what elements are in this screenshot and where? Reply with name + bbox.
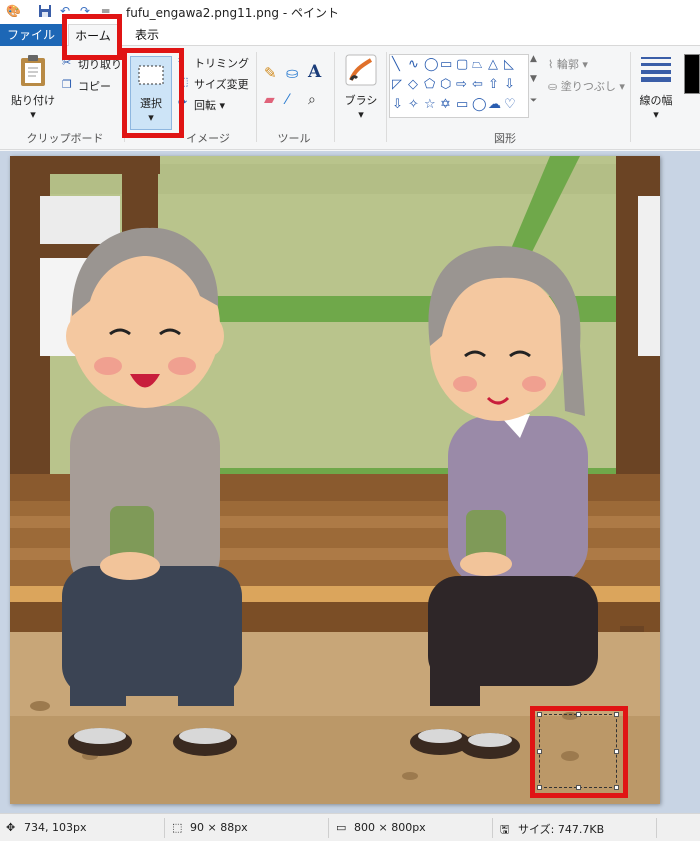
scroll-up-icon[interactable]: ▲ — [530, 54, 537, 64]
divider — [630, 52, 631, 142]
crop-button[interactable]: トリミング — [194, 55, 249, 71]
color-picker-icon[interactable]: ⁄ — [286, 92, 288, 108]
divider — [656, 818, 657, 838]
brush-label: ブラシ — [344, 94, 378, 107]
highlight-select-button — [122, 48, 184, 138]
window-title: fufu_engawa2.png11.png - ペイント — [126, 6, 339, 20]
paste-button[interactable]: 貼り付け ▾ — [10, 54, 56, 124]
cursor-position: 734, 103px — [24, 821, 87, 834]
highlight-selection-area — [530, 706, 628, 798]
divider — [328, 818, 329, 838]
magnifier-icon[interactable]: ⌕ — [308, 92, 316, 108]
highlight-home-tab — [62, 14, 122, 60]
arrow-left-shape-icon[interactable]: ⇦ — [472, 77, 483, 92]
gallery-expand-icon[interactable]: ⏷ — [530, 96, 537, 106]
chevron-down-icon: ▾ — [30, 108, 36, 121]
arrow-down-alt-shape-icon[interactable]: ⇩ — [392, 97, 403, 112]
chevron-down-icon: ▾ — [358, 108, 364, 121]
ribbon: 貼り付け ▾ ✂ 切り取り ❐ コピー クリップボード 選択 ▾ ⌗ トリミング… — [0, 46, 700, 150]
arrow-down-shape-icon[interactable]: ⇩ — [504, 77, 515, 92]
oval-shape-icon[interactable]: ◯ — [424, 57, 439, 72]
divider — [386, 52, 387, 142]
polygon-shape-icon[interactable]: ⏢ — [472, 57, 482, 72]
copy-icon: ❐ — [62, 78, 72, 91]
callout-cloud-shape-icon[interactable]: ☁ — [488, 97, 501, 112]
divider — [334, 52, 335, 142]
rotate-button[interactable]: 回転 ▾ — [194, 97, 225, 113]
fill-icon[interactable]: ⛀ — [286, 64, 299, 82]
image-size-icon: ▭ — [336, 821, 347, 834]
divider — [492, 818, 493, 838]
shapes-group-label: 図形 — [494, 132, 516, 145]
fill-shape-button[interactable]: ⛀ 塗りつぶし ▾ — [548, 78, 625, 94]
brush-icon — [345, 54, 377, 86]
clipboard-group-label: クリップボード — [26, 132, 104, 145]
tools-group-label: ツール — [277, 132, 311, 145]
pencil-icon[interactable]: ✎ — [264, 64, 277, 82]
cursor-position-icon: ✥ — [6, 821, 16, 834]
triangle-shape-icon[interactable]: △ — [488, 57, 498, 72]
size-button[interactable]: 線の幅 ▾ — [634, 54, 678, 128]
tab-file[interactable]: ファイル — [0, 24, 62, 46]
selection-size: 90 × 88px — [190, 821, 248, 834]
file-size: サイズ: 747.7KB — [518, 823, 605, 836]
shapes-gallery[interactable]: ╲ ∿ ◯ ▭ ▢ ⏢ △ ◺ ◸ ◇ ⬠ ⬡ ⇨ ⇦ ⇧ ⇩ ⇩ ✧ ☆ ✡ … — [389, 54, 529, 118]
disk-icon: 🖫 — [500, 823, 510, 836]
paint-app-icon: 🎨 — [6, 4, 21, 18]
image-size: 800 × 800px — [354, 821, 426, 834]
clipboard-icon — [21, 55, 45, 86]
rounded-rect-shape-icon[interactable]: ▢ — [456, 57, 468, 72]
eraser-icon[interactable]: ▰ — [264, 92, 275, 108]
selection-size-icon: ⬚ — [172, 821, 183, 834]
outline-button[interactable]: ⌇ 輪郭 ▾ — [548, 56, 588, 72]
star6-shape-icon[interactable]: ✡ — [440, 97, 451, 112]
right-triangle-shape-icon[interactable]: ◺ — [504, 57, 514, 72]
status-bar: ✥ 734, 103px ⬚ 90 × 88px ▭ 800 × 800px 🖫… — [0, 813, 700, 841]
paste-label: 貼り付け — [11, 94, 55, 107]
line-shape-icon[interactable]: ╲ — [392, 57, 400, 72]
divider — [256, 52, 257, 142]
callout-rect-shape-icon[interactable]: ▭ — [456, 97, 468, 112]
hexagon-shape-icon[interactable]: ⬡ — [440, 77, 451, 92]
brush-button[interactable]: ブラシ ▾ — [340, 54, 382, 128]
curve-shape-icon[interactable]: ∿ — [408, 57, 419, 72]
resize-button[interactable]: サイズ変更 — [194, 76, 249, 92]
size-label: 線の幅 — [639, 94, 673, 107]
right-triangle-alt-shape-icon[interactable]: ◸ — [392, 77, 402, 92]
star4-shape-icon[interactable]: ✧ — [408, 97, 419, 112]
chevron-down-icon: ▾ — [653, 108, 659, 121]
diamond-shape-icon[interactable]: ◇ — [408, 77, 418, 92]
rect-shape-icon[interactable]: ▭ — [440, 57, 452, 72]
callout-oval-shape-icon[interactable]: ◯ — [472, 97, 487, 112]
arrow-right-shape-icon[interactable]: ⇨ — [456, 77, 467, 92]
star5-shape-icon[interactable]: ☆ — [424, 97, 436, 112]
line-width-icon — [641, 57, 671, 82]
save-icon[interactable] — [38, 4, 52, 18]
copy-button[interactable]: コピー — [78, 78, 111, 94]
text-icon[interactable]: A — [308, 62, 321, 82]
color1-swatch[interactable] — [684, 54, 700, 94]
scroll-down-icon[interactable]: ▼ — [530, 74, 537, 84]
tab-view[interactable]: 表示 — [124, 24, 170, 46]
divider — [164, 818, 165, 838]
heart-shape-icon[interactable]: ♡ — [504, 97, 516, 112]
pentagon-shape-icon[interactable]: ⬠ — [424, 77, 435, 92]
arrow-up-shape-icon[interactable]: ⇧ — [488, 77, 499, 92]
